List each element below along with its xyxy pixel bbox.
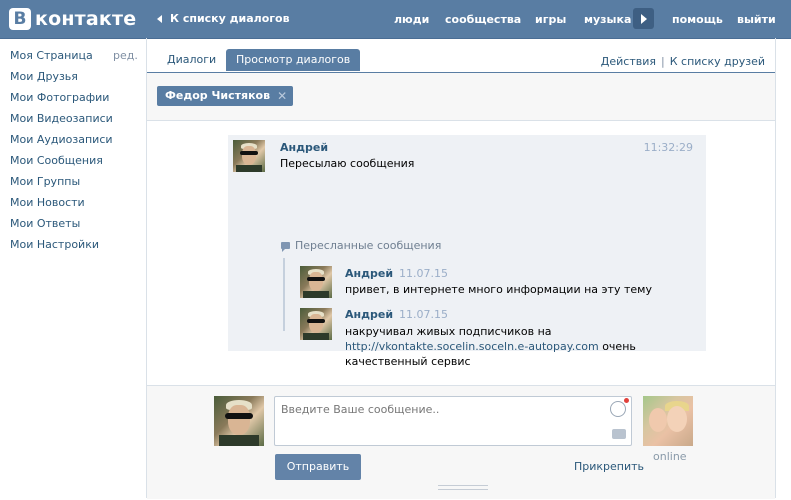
forwarded-line (283, 258, 285, 331)
peer-avatar[interactable] (643, 396, 693, 446)
compose-area: Введите Ваше сообщение.. Отправить Прикр… (147, 385, 775, 499)
forwarded-text: накручивал живых подписчиков на http://v… (345, 325, 636, 368)
emoji-icon[interactable] (610, 398, 629, 417)
separator: | (661, 55, 665, 68)
forwarded-label: Пересланные сообщения (281, 239, 441, 252)
peer-status: online (653, 450, 687, 463)
filter-bar: Федор Чистяков ✕ (147, 73, 775, 121)
tab-dialogs[interactable]: Диалоги (157, 49, 226, 71)
to-friends-link[interactable]: К списку друзей (670, 55, 765, 68)
sidebar-item-audio[interactable]: Мои Аудиозаписи (10, 132, 140, 153)
nav-help[interactable]: помощь (672, 13, 723, 26)
attach-link[interactable]: Прикрепить (574, 460, 644, 473)
message-text: Пересылаю сообщения (280, 157, 415, 170)
message-author[interactable]: Андрей (280, 141, 328, 154)
sidebar-item-groups[interactable]: Мои Группы (10, 174, 140, 195)
edit-page-link[interactable]: ред. (113, 48, 138, 63)
music-play-button[interactable] (633, 8, 654, 29)
top-header: В контакте К списку диалогов люди сообще… (0, 0, 791, 39)
sidebar-menu: Моя Страница ред. Мои Друзья Мои Фотогра… (10, 48, 140, 258)
sidebar-item-my-page[interactable]: Моя Страница ред. (10, 48, 140, 69)
nav-music[interactable]: музыка (584, 13, 631, 26)
message-block: Андрей 11:32:29 Пересылаю сообщения Пере… (228, 135, 706, 368)
tabs-bar: Диалоги Просмотр диалогов Действия | К спи… (147, 38, 775, 73)
forwarded-date: 11.07.15 (399, 267, 449, 280)
sidebar-item-photos[interactable]: Мои Фотографии (10, 90, 140, 111)
forwarded-author: Андрей 11.07.15 (345, 308, 449, 321)
send-button[interactable]: Отправить (275, 454, 361, 480)
play-icon (641, 14, 647, 24)
resize-handle[interactable] (438, 485, 488, 490)
nav-communities[interactable]: сообщества (445, 13, 521, 26)
camera-icon[interactable] (612, 429, 626, 439)
forwarded-author: Андрей 11.07.15 (345, 267, 449, 280)
sidebar-item-news[interactable]: Мои Новости (10, 195, 140, 216)
sidebar-item-friends[interactable]: Мои Друзья (10, 69, 140, 90)
avatar[interactable] (233, 140, 265, 172)
tabs-actions: Действия | К списку друзей (601, 55, 765, 68)
sidebar-item-settings[interactable]: Мои Настройки (10, 237, 140, 258)
filter-chip-label: Федор Чистяков (165, 89, 271, 102)
message-input[interactable]: Введите Ваше сообщение.. (274, 396, 632, 446)
forwarded-date: 11.07.15 (399, 308, 449, 321)
filter-chip[interactable]: Федор Чистяков ✕ (157, 86, 294, 106)
main-panel: Диалоги Просмотр диалогов Действия | К спи… (146, 38, 776, 499)
message-input-placeholder: Введите Ваше сообщение.. (281, 403, 440, 416)
tab-view-dialogs[interactable]: Просмотр диалогов (226, 49, 361, 71)
close-icon[interactable]: ✕ (277, 86, 287, 106)
sidebar-item-messages[interactable]: Мои Сообщения (10, 153, 140, 174)
sidebar-item-videos[interactable]: Мои Видеозаписи (10, 111, 140, 132)
nav-logout[interactable]: выйти (737, 13, 776, 26)
avatar[interactable] (300, 266, 332, 298)
forwarded-link[interactable]: http://vkontakte.socelin.soceln.e-autopa… (345, 340, 599, 353)
sidebar-item-answers[interactable]: Мои Ответы (10, 216, 140, 237)
actions-link[interactable]: Действия (601, 55, 656, 68)
forwarded-text: привет, в интернете много информации на … (345, 283, 652, 296)
nav-people[interactable]: люди (394, 13, 429, 26)
avatar[interactable] (300, 308, 332, 340)
top-nav: люди сообщества игры музыка помощь выйти (0, 0, 791, 38)
nav-games[interactable]: игры (535, 13, 566, 26)
forwarded-icon (281, 242, 290, 252)
avatar[interactable] (214, 396, 264, 446)
message-time: 11:32:29 (643, 141, 693, 154)
